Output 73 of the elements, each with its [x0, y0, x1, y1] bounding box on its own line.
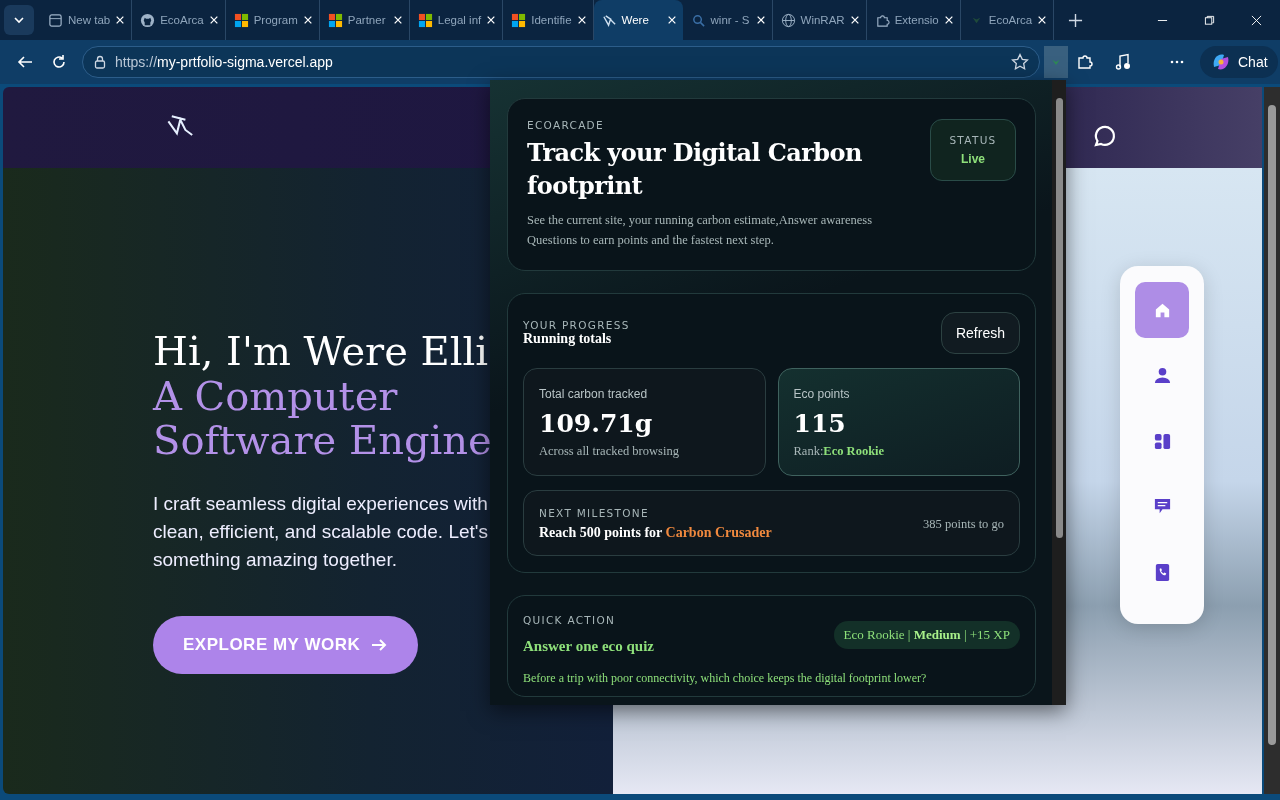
section-label: QUICK ACTION: [523, 614, 617, 626]
close-icon[interactable]: [943, 15, 954, 25]
stat-label: Total carbon tracked: [539, 387, 649, 401]
four-squares-icon: [233, 12, 249, 28]
globe-icon: [780, 12, 796, 28]
restore-icon[interactable]: [1204, 14, 1215, 26]
tab-title: Extensio: [894, 14, 939, 26]
cat-icon: [140, 12, 156, 28]
section-label: YOUR PROGRESS: [523, 319, 630, 331]
url-text: https://my-prtfolio-sigma.vercel.app: [115, 54, 334, 70]
tab-title: WinRAR: [800, 14, 845, 26]
hero-subheading: A Computer Software Engine: [153, 374, 492, 462]
address-bar[interactable]: https://my-prtfolio-sigma.vercel.app: [82, 46, 1040, 78]
close-icon[interactable]: [302, 15, 313, 25]
stat-value: 109.71g: [539, 409, 654, 438]
stat-note: Rank:Eco Rookie: [793, 444, 886, 459]
tab-title: New tab: [68, 14, 111, 26]
tab-title: Partner: [347, 14, 387, 26]
new-tab-icon[interactable]: [1068, 12, 1084, 28]
hero-paragraph: I craft seamless digital experiences with clean, efficient, and scalable code. Let's something amazing together.: [153, 492, 489, 572]
status-label: STATUS: [949, 134, 997, 146]
person-icon: [1152, 366, 1172, 385]
close-icon[interactable]: [392, 15, 403, 25]
status-value: Live: [961, 152, 985, 166]
tab-actions-button[interactable]: [4, 5, 34, 35]
scrollbar[interactable]: [1052, 80, 1066, 705]
close-icon[interactable]: [1251, 14, 1262, 26]
tab-title: Identifie: [531, 14, 572, 26]
section-title: Running totals: [523, 331, 613, 347]
stat-label: Eco points: [793, 387, 851, 401]
four-squares-icon: [511, 12, 527, 28]
browser-tab[interactable]: Were: [593, 0, 683, 40]
close-icon[interactable]: [1037, 15, 1048, 25]
close-icon[interactable]: [755, 15, 766, 25]
refresh-icon[interactable]: [50, 53, 68, 71]
quiz-question: Before a trip with poor connectivity, which choice keeps the digital footprint lower?: [523, 671, 928, 686]
close-icon[interactable]: [486, 15, 497, 25]
close-icon[interactable]: [849, 15, 860, 25]
tab-title: EcoArca: [988, 14, 1033, 26]
four-squares-icon: [327, 12, 343, 28]
grid-icon: [1152, 431, 1172, 451]
tab-title: EcoArca: [160, 14, 204, 26]
close-icon[interactable]: [576, 15, 587, 25]
puzzle-icon[interactable]: [1076, 53, 1094, 71]
hero-heading: Hi, I'm Were Elli: [153, 328, 490, 374]
popup-title: Track your Digital Carbon footprint: [527, 137, 863, 202]
lock-icon: [93, 55, 107, 69]
level-badge: Eco Rookie | Medium | +15 XP: [833, 620, 1020, 649]
tab-title: Legal inf: [437, 14, 482, 26]
milestone-label: NEXT MILESTONE: [539, 507, 650, 519]
logo-icon: [601, 12, 617, 28]
star-icon[interactable]: [1011, 53, 1029, 71]
chat-button[interactable]: Chat: [1200, 46, 1278, 78]
close-icon[interactable]: [208, 15, 219, 25]
four-squares-icon: [417, 12, 433, 28]
puzzle-icon: [874, 12, 890, 28]
close-icon[interactable]: [666, 15, 677, 25]
stat-value: 115: [793, 409, 847, 438]
page-icon: [48, 12, 63, 28]
tab-title: winr - S: [710, 14, 751, 26]
points-remaining: 385 points to go: [923, 516, 1004, 532]
stat-note: Across all tracked browsing: [539, 444, 680, 459]
refresh-button[interactable]: Refresh: [940, 312, 1020, 354]
milestone-text: Reach 500 points for Carbon Crusader: [539, 525, 772, 541]
brand-label: ECOARCADE: [527, 119, 605, 131]
tab-title: Were: [621, 14, 650, 26]
description-text: See the current site, your running carbon estimate,Answer awareness Questions to earn points and the fastest next step.: [527, 212, 874, 249]
tab-title: Program: [253, 14, 298, 26]
search-icon: [690, 12, 706, 28]
quiz-title: Answer one eco quiz: [523, 638, 654, 655]
scrollbar[interactable]: [1264, 87, 1280, 794]
music-icon[interactable]: [1114, 53, 1132, 71]
close-icon[interactable]: [115, 15, 126, 25]
